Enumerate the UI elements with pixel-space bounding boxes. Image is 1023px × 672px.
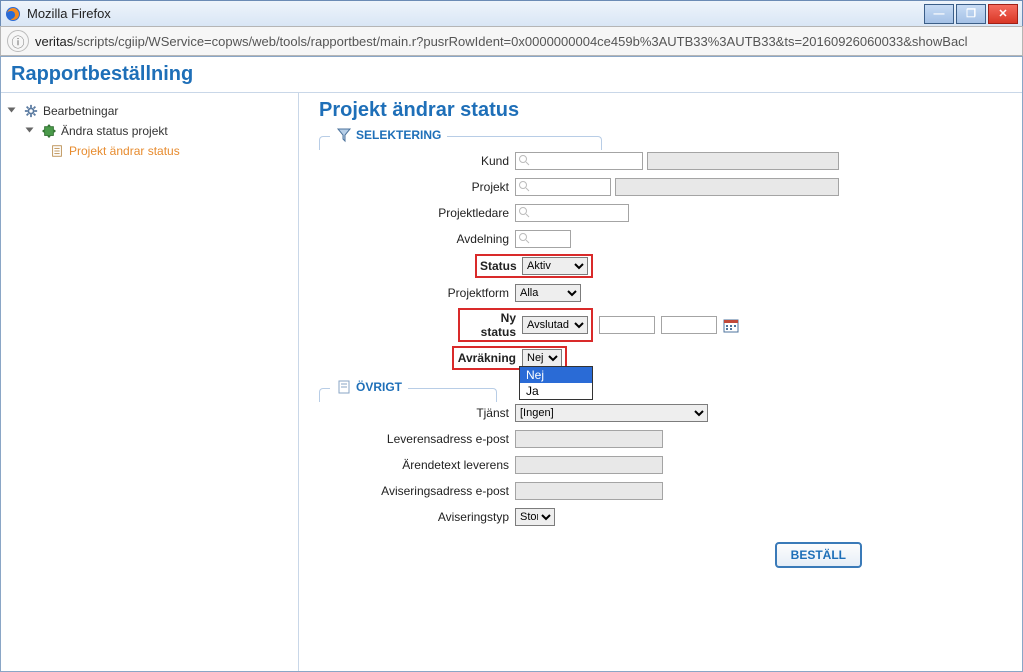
firefox-icon <box>5 6 21 22</box>
address-bar[interactable]: ⓘ veritas/scripts/cgiip/WService=copws/w… <box>0 26 1023 56</box>
document-icon <box>49 143 65 159</box>
row-ny-status: Ny status Avslutad <box>339 308 1002 342</box>
gear-icon <box>23 103 39 119</box>
form-ovrigt: Tjänst [Ingen] Leverensadress e-post Äre… <box>319 402 1002 528</box>
url-path: /scripts/cgiip/WService=copws/web/tools/… <box>73 34 967 49</box>
row-aviseringstyp: Aviseringstyp Stor <box>339 506 1002 528</box>
app-title: Rapportbeställning <box>1 57 1022 93</box>
kund-input[interactable] <box>515 152 643 170</box>
window-buttons: — ❐ ✕ <box>924 4 1018 24</box>
projekt-desc <box>615 178 839 196</box>
dropdown-option-ja[interactable]: Ja <box>520 383 592 399</box>
projektform-select[interactable]: Alla <box>515 284 581 302</box>
row-status: Status Aktiv <box>339 254 1002 278</box>
search-icon <box>518 180 530 192</box>
search-icon <box>518 232 530 244</box>
tree-label: Bearbetningar <box>43 104 118 118</box>
row-leveransadress: Leverensadress e-post <box>339 428 1002 450</box>
highlight-status: Status Aktiv <box>475 254 593 278</box>
avrakning-dropdown: Nej Ja <box>519 366 593 400</box>
tjanst-select[interactable]: [Ingen] <box>515 404 708 422</box>
status-select[interactable]: Aktiv <box>522 257 588 275</box>
row-projektledare: Projektledare <box>339 202 1002 224</box>
row-projektform: Projektform Alla <box>339 282 1002 304</box>
row-avdelning: Avdelning <box>339 228 1002 250</box>
aviseringstyp-select[interactable]: Stor <box>515 508 555 526</box>
fieldset-ovrigt: ÖVRIGT <box>319 388 497 402</box>
label-status: Status <box>480 259 516 273</box>
url-text: veritas/scripts/cgiip/WService=copws/web… <box>35 34 968 49</box>
label-leveransadress: Leverensadress e-post <box>339 432 509 446</box>
row-avrakning: Avräkning Nej Nej Ja <box>339 346 1002 370</box>
row-kund: Kund <box>339 150 1002 172</box>
ny-status-select[interactable]: Avslutad <box>522 316 588 334</box>
button-row: BESTÄLL <box>319 542 1002 568</box>
label-projektledare: Projektledare <box>339 206 509 220</box>
expand-icon[interactable] <box>9 106 19 116</box>
legend-selektering: SELEKTERING <box>330 127 447 143</box>
window-title: Mozilla Firefox <box>27 6 924 21</box>
label-arende: Ärendetext leverens <box>339 458 509 472</box>
fieldset-selektering: SELEKTERING <box>319 136 602 150</box>
search-icon <box>518 206 530 218</box>
sidebar: Bearbetningar Ändra status projekt Proje… <box>1 93 299 671</box>
row-projekt: Projekt <box>339 176 1002 198</box>
label-tjanst: Tjänst <box>339 406 509 420</box>
site-info-icon[interactable]: ⓘ <box>7 30 29 52</box>
label-avrakning: Avräkning <box>457 351 516 365</box>
label-aviseringsadress: Aviseringsadress e-post <box>339 484 509 498</box>
aviseringsadress-input[interactable] <box>515 482 663 500</box>
highlight-ny-status: Ny status Avslutad <box>458 308 593 342</box>
main-content: Projekt ändrar status SELEKTERING Kund P… <box>299 93 1022 671</box>
tree-label: Ändra status projekt <box>61 124 168 138</box>
highlight-avrakning: Avräkning Nej Nej Ja <box>452 346 567 370</box>
tree-label-selected: Projekt ändrar status <box>69 144 180 158</box>
close-button[interactable]: ✕ <box>988 4 1018 24</box>
label-projektform: Projektform <box>339 286 509 300</box>
maximize-button[interactable]: ❐ <box>956 4 986 24</box>
search-icon <box>518 154 530 166</box>
date-from[interactable] <box>599 316 655 334</box>
label-ny-status: Ny status <box>463 311 516 339</box>
minimize-button[interactable]: — <box>924 4 954 24</box>
tree-node-root[interactable]: Bearbetningar <box>5 101 294 121</box>
label-aviseringstyp: Aviseringstyp <box>339 510 509 524</box>
label-projekt: Projekt <box>339 180 509 194</box>
legend-text: ÖVRIGT <box>356 380 402 394</box>
dropdown-option-nej[interactable]: Nej <box>520 367 592 383</box>
bestall-button[interactable]: BESTÄLL <box>775 542 862 568</box>
legend-ovrigt: ÖVRIGT <box>330 379 408 395</box>
kund-desc <box>647 152 839 170</box>
label-kund: Kund <box>339 154 509 168</box>
puzzle-icon <box>41 123 57 139</box>
legend-text: SELEKTERING <box>356 128 441 142</box>
window-titlebar: Mozilla Firefox — ❐ ✕ <box>0 0 1023 26</box>
url-host: veritas <box>35 34 73 49</box>
date-to[interactable] <box>661 316 717 334</box>
arende-input[interactable] <box>515 456 663 474</box>
tree-node-leaf[interactable]: Projekt ändrar status <box>5 141 294 161</box>
page-icon <box>336 379 352 395</box>
page-heading: Projekt ändrar status <box>319 99 1002 122</box>
row-arende: Ärendetext leverens <box>339 454 1002 476</box>
label-avdelning: Avdelning <box>339 232 509 246</box>
tree-node-child[interactable]: Ändra status projekt <box>5 121 294 141</box>
expand-icon[interactable] <box>27 126 37 136</box>
filter-icon <box>336 127 352 143</box>
avrakning-select[interactable]: Nej <box>522 349 562 367</box>
leveransadress-input[interactable] <box>515 430 663 448</box>
row-aviseringsadress: Aviseringsadress e-post <box>339 480 1002 502</box>
projektledare-input[interactable] <box>515 204 629 222</box>
page: Rapportbeställning Bearbetningar Ändra s… <box>0 56 1023 672</box>
row-tjanst: Tjänst [Ingen] <box>339 402 1002 424</box>
form-selektering: Kund Projekt Projektledare Avdelning <box>319 150 1002 370</box>
calendar-icon[interactable] <box>723 317 739 333</box>
